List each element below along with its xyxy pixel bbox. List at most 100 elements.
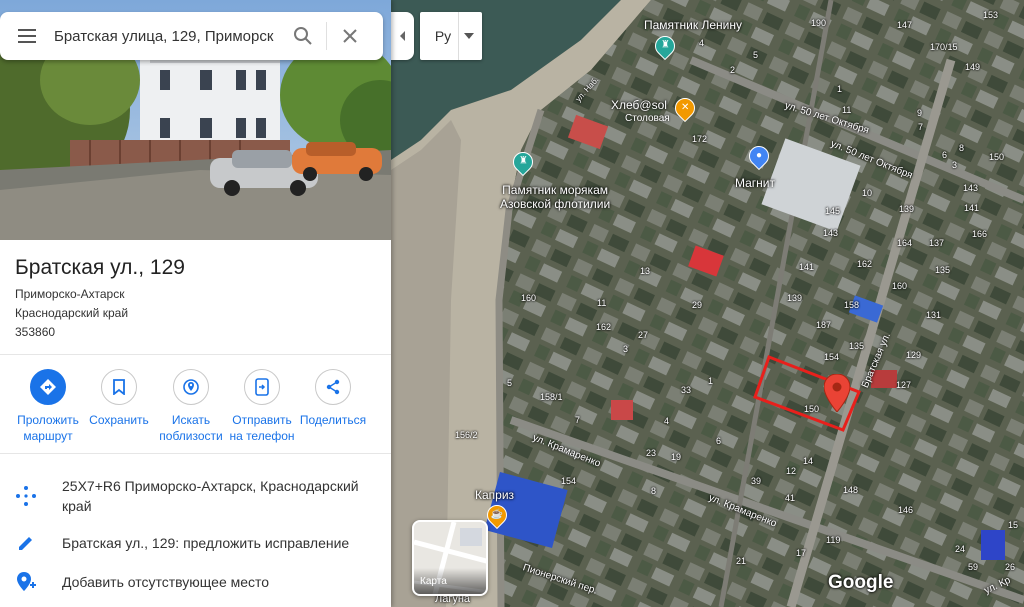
nearby-search-icon bbox=[183, 379, 199, 395]
house-number: 149 bbox=[965, 62, 981, 72]
nearby-label-1: Искать bbox=[171, 413, 211, 427]
house-number: 9 bbox=[917, 108, 923, 118]
location-marker-icon[interactable] bbox=[824, 374, 850, 412]
house-number: 164 bbox=[897, 238, 913, 248]
house-number: 3 bbox=[623, 344, 629, 354]
plus-code-text: 25X7+R6 Приморско-Ахтарск, Краснодарский… bbox=[62, 478, 359, 514]
address-postcode: 353860 bbox=[15, 325, 56, 339]
poi-lenin-label[interactable]: Памятник Ленину bbox=[644, 18, 742, 32]
house-number: 156/2 bbox=[455, 430, 478, 440]
poi-memorial-line1: Памятник морякам bbox=[502, 183, 608, 197]
send-to-phone-label-2: на телефон bbox=[229, 429, 295, 443]
house-number: 19 bbox=[671, 452, 682, 462]
house-number: 158/1 bbox=[540, 392, 563, 402]
house-number: 153 bbox=[983, 10, 999, 20]
house-number: 6 bbox=[716, 436, 722, 446]
house-number: 131 bbox=[926, 310, 942, 320]
satellite-map[interactable]: 190 147 153 4 5 2 1 170/15 149 11 9 7 172 8 6 3 150 143 10… bbox=[391, 0, 1024, 607]
search-icon bbox=[294, 27, 312, 45]
house-number: 24 bbox=[955, 544, 966, 554]
add-place-text: Добавить отсутствующее место bbox=[62, 574, 270, 590]
map-type-switcher[interactable]: Карта bbox=[412, 520, 488, 596]
house-number: 21 bbox=[736, 556, 747, 566]
address-region: Краснодарский край bbox=[15, 306, 129, 320]
house-number: 5 bbox=[753, 50, 759, 60]
house-number: 8 bbox=[959, 143, 965, 153]
house-number: 27 bbox=[638, 330, 649, 340]
house-number: 141 bbox=[964, 203, 980, 213]
house-number: 26 bbox=[1005, 562, 1016, 572]
share-button[interactable]: Поделиться bbox=[293, 369, 373, 428]
house-number: 2 bbox=[730, 65, 736, 75]
house-number: 162 bbox=[596, 322, 612, 332]
house-number: 148 bbox=[843, 485, 859, 495]
poi-magnit-label[interactable]: Магнит bbox=[735, 176, 775, 190]
house-number: 135 bbox=[849, 341, 865, 351]
house-number: 4 bbox=[664, 416, 670, 426]
language-dropdown[interactable]: Ру bbox=[420, 12, 482, 60]
clear-search-button[interactable] bbox=[327, 12, 373, 60]
house-number: 1 bbox=[837, 84, 843, 94]
save-circle bbox=[101, 369, 137, 405]
poi-memorial-line2: Азовской флотилии bbox=[500, 197, 611, 211]
hamburger-menu-icon bbox=[18, 29, 36, 43]
house-number: 187 bbox=[816, 320, 832, 330]
house-number: 41 bbox=[785, 493, 796, 503]
directions-icon bbox=[40, 379, 56, 395]
nearby-button[interactable]: Искать поблизости bbox=[151, 369, 231, 444]
house-number: 145 bbox=[825, 206, 841, 216]
house-number: 7 bbox=[918, 122, 924, 132]
send-to-phone-button[interactable]: Отправить на телефон bbox=[222, 369, 302, 444]
place-panel: Братская ул., 129 Приморско-Ахтарск Крас… bbox=[0, 0, 391, 607]
share-icon bbox=[326, 379, 340, 395]
menu-button[interactable] bbox=[0, 12, 54, 60]
app-window: 190 147 153 4 5 2 1 170/15 149 11 9 7 172 8 6 3 150 143 10… bbox=[0, 0, 1024, 607]
house-number: 154 bbox=[561, 476, 577, 486]
search-box bbox=[0, 12, 383, 60]
house-number: 3 bbox=[952, 160, 958, 170]
house-number: 8 bbox=[651, 486, 657, 496]
chevron-left-icon bbox=[399, 31, 405, 41]
caret-down-icon bbox=[464, 33, 474, 39]
section-divider bbox=[0, 453, 391, 454]
language-dropdown-label: Ру bbox=[434, 28, 452, 44]
house-number: 15 bbox=[1008, 520, 1019, 530]
save-label: Сохранить bbox=[89, 413, 149, 427]
house-number: 162 bbox=[857, 259, 873, 269]
directions-circle bbox=[30, 369, 66, 405]
directions-button[interactable]: Проложить маршрут bbox=[8, 369, 88, 444]
suggest-edit-text: Братская ул., 129: предложить исправлени… bbox=[62, 535, 350, 551]
close-icon bbox=[343, 29, 357, 43]
save-button[interactable]: Сохранить bbox=[79, 369, 159, 428]
search-input[interactable] bbox=[54, 27, 280, 45]
house-number: 190 bbox=[811, 18, 827, 28]
nearby-circle bbox=[173, 369, 209, 405]
collapse-panel-button[interactable] bbox=[391, 12, 414, 60]
house-number: 39 bbox=[751, 476, 762, 486]
poi-memorial-label[interactable]: Памятник морякам Азовской флотилии bbox=[500, 183, 610, 211]
house-number: 127 bbox=[896, 380, 912, 390]
poi-kapriz-label[interactable]: Каприз bbox=[475, 488, 514, 502]
house-number: 14 bbox=[803, 456, 814, 466]
house-number: 150 bbox=[989, 152, 1005, 162]
house-number: 5 bbox=[507, 378, 513, 388]
directions-label-2: маршрут bbox=[23, 429, 73, 443]
house-number: 139 bbox=[899, 204, 915, 214]
dropdown-divider bbox=[458, 12, 459, 60]
house-number: 59 bbox=[968, 562, 979, 572]
search-button[interactable] bbox=[280, 12, 326, 60]
plus-code-icon bbox=[14, 484, 38, 508]
address-city: Приморско-Ахтарск bbox=[15, 287, 125, 301]
house-number: 29 bbox=[692, 300, 703, 310]
house-number: 150 bbox=[804, 404, 820, 414]
house-number: 143 bbox=[823, 228, 839, 238]
directions-label-1: Проложить bbox=[17, 413, 79, 427]
send-to-phone-circle bbox=[244, 369, 280, 405]
house-number: 12 bbox=[786, 466, 797, 476]
house-number: 139 bbox=[787, 293, 803, 303]
google-logo: Google bbox=[828, 572, 894, 593]
send-to-phone-label-1: Отправить bbox=[232, 413, 292, 427]
poi-cafe-label[interactable]: Хлеб@sol bbox=[611, 98, 667, 112]
share-label: Поделиться bbox=[299, 413, 367, 427]
house-number: 158 bbox=[844, 300, 860, 310]
